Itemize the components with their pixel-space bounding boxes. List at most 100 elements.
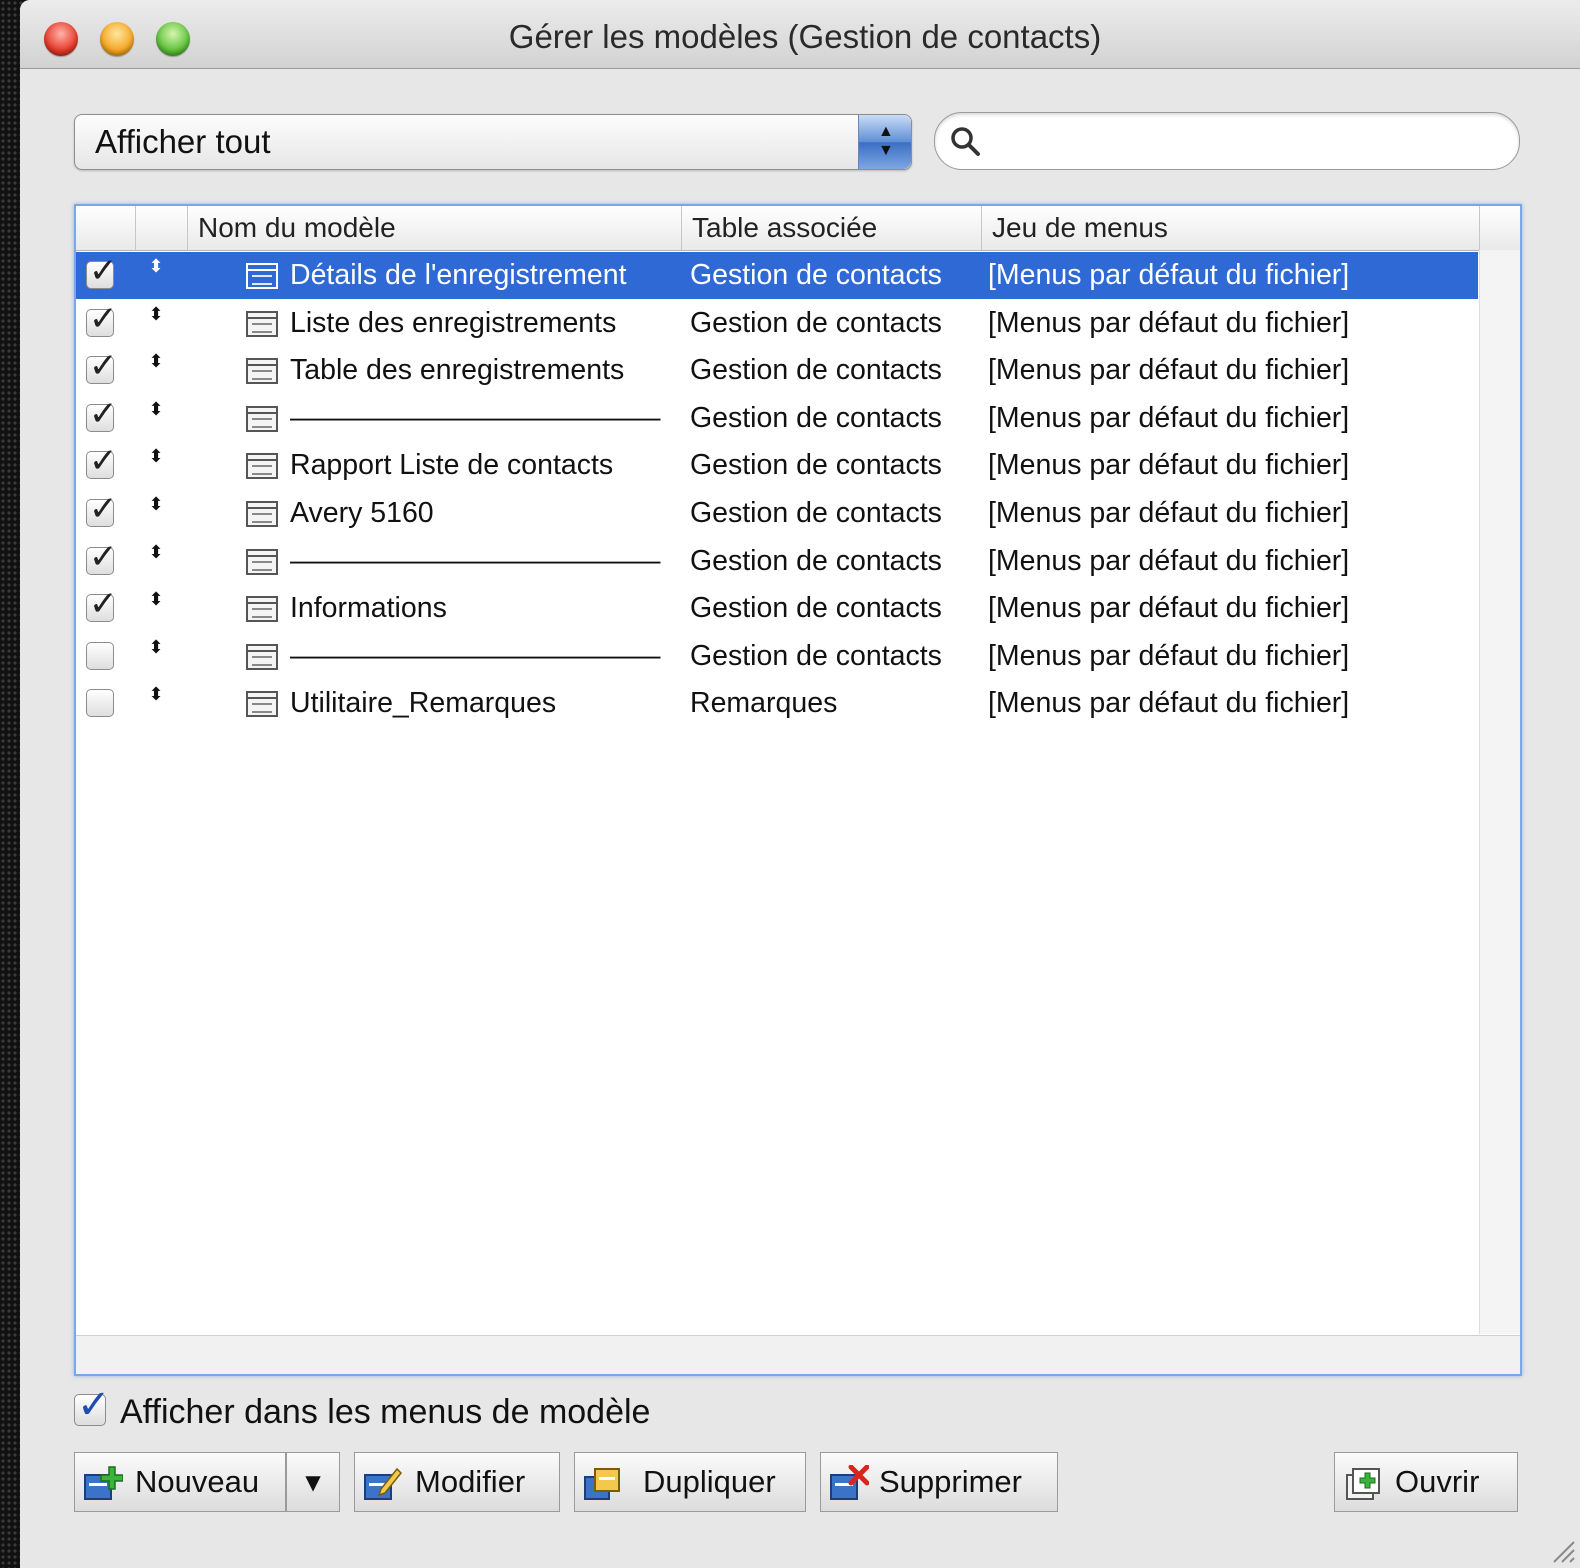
layout-icon (246, 596, 278, 623)
reorder-handle-icon[interactable]: ⬍ (148, 685, 164, 703)
include-in-menu-checkbox[interactable] (86, 689, 114, 718)
layout-icon (246, 405, 278, 432)
associated-table: Gestion de contacts (690, 592, 942, 625)
layout-name: ————————————— (290, 639, 661, 672)
checkmark-icon: ✓ (77, 1383, 111, 1427)
layout-name: Utilitaire_Remarques (290, 687, 557, 720)
include-in-menu-checkbox[interactable] (86, 641, 114, 670)
menu-set: [Menus par défaut du fichier] (988, 401, 1350, 434)
layout-icon (246, 310, 278, 337)
reorder-handle-icon[interactable]: ⬍ (148, 352, 164, 370)
edit-layout-icon (364, 1467, 403, 1500)
reorder-handle-icon[interactable]: ⬍ (148, 400, 164, 418)
duplicate-button-label: Dupliquer (643, 1464, 776, 1499)
filter-popup[interactable]: Afficher tout ▲ ▼ (74, 114, 912, 170)
associated-table: Gestion de contacts (690, 401, 942, 434)
layout-icon (246, 263, 278, 289)
column-header-name[interactable]: Nom du modèle (188, 206, 682, 250)
include-in-menu-checkbox[interactable]: ✓ (86, 254, 118, 289)
new-layout-icon (84, 1466, 123, 1500)
include-in-menu-checkbox[interactable]: ✓ (86, 540, 118, 575)
checkbox[interactable]: ✓ (74, 1385, 111, 1426)
checkmark-icon: ✓ (89, 347, 118, 386)
table-row[interactable]: ✓ ⬍ Liste des enregistrements Gestion de co… (76, 300, 1478, 347)
include-in-menu-checkbox[interactable]: ✓ (86, 587, 118, 623)
resize-grip-icon[interactable] (1550, 1538, 1576, 1564)
open-button[interactable]: Ouvrir (1334, 1452, 1518, 1512)
checkmark-icon: ✓ (89, 537, 118, 576)
column-header-table[interactable]: Table associée (682, 206, 982, 250)
include-in-menu-checkbox[interactable]: ✓ (86, 444, 118, 480)
layout-icon (246, 548, 278, 575)
table-row[interactable]: ✓ ⬍ Informations Gestion de contacts [Menus … (76, 585, 1478, 632)
reorder-handle-icon[interactable]: ⬍ (148, 543, 164, 561)
include-in-menu-checkbox[interactable]: ✓ (86, 397, 118, 432)
reorder-handle-icon[interactable]: ⬍ (148, 257, 164, 275)
open-button-label: Ouvrir (1395, 1464, 1480, 1499)
table-row[interactable]: ⬍ ————————————— Gestion de contacts [Menus … (76, 633, 1478, 680)
checkmark-icon: ✓ (89, 252, 118, 290)
column-header-menus[interactable]: Jeu de menus (982, 206, 1480, 250)
layout-icon (246, 453, 278, 480)
filter-selected-value: Afficher tout (95, 123, 271, 160)
table-row[interactable]: ✓ ⬍ Avery 5160 Gestion de contacts [Menus pa… (76, 490, 1478, 537)
table-row[interactable]: ✓ ⬍ Détails de l'enregistrement Gestion de … (76, 252, 1478, 299)
reorder-handle-icon[interactable]: ⬍ (148, 495, 164, 513)
associated-table: Gestion de contacts (690, 639, 942, 672)
edit-button[interactable]: Modifier (354, 1452, 560, 1512)
include-in-menu-checkbox[interactable]: ✓ (86, 492, 118, 527)
layout-icon (246, 691, 278, 718)
reorder-handle-icon[interactable]: ⬍ (148, 638, 164, 656)
menu-set: [Menus par défaut du fichier] (988, 497, 1350, 529)
checkmark-icon: ✓ (89, 394, 118, 433)
layout-icon (246, 501, 278, 527)
table-row[interactable]: ✓ ⬍ Rapport Liste de contacts Gestion de co… (76, 442, 1478, 489)
manage-layouts-window: Gérer les modèles (Gestion de contacts) … (20, 0, 1580, 1568)
reorder-handle-icon[interactable]: ⬍ (148, 590, 164, 608)
table-row[interactable]: ✓ ⬍ ————————————— Gestion de contacts [Menus… (76, 538, 1478, 585)
menu-set: [Menus par défaut du fichier] (988, 306, 1350, 339)
open-layout-icon (1346, 1468, 1380, 1500)
reorder-handle-icon[interactable]: ⬍ (148, 447, 164, 465)
titlebar[interactable]: Gérer les modèles (Gestion de contacts) (20, 0, 1580, 69)
layout-icon (246, 358, 278, 385)
layout-name: Avery 5160 (290, 497, 434, 529)
menu-set: [Menus par défaut du fichier] (988, 592, 1350, 625)
column-header-checkbox[interactable] (76, 206, 136, 250)
window-title: Gérer les modèles (Gestion de contacts) (508, 18, 1102, 55)
table-row[interactable]: ✓ ⬍ Table des enregistrements Gestion de co… (76, 347, 1478, 394)
associated-table: Gestion de contacts (690, 354, 942, 387)
search-field[interactable] (934, 112, 1520, 170)
table-header: Nom du modèle Table associée Jeu de menu… (76, 206, 1520, 251)
menu-set: [Menus par défaut du fichier] (988, 449, 1350, 482)
layout-name: Liste des enregistrements (290, 306, 617, 339)
search-input[interactable] (993, 121, 1497, 161)
layout-name: ————————————— (290, 544, 661, 577)
include-in-menu-checkbox[interactable]: ✓ (86, 349, 118, 385)
table-row[interactable]: ⬍ Utilitaire_Remarques Remarques [Menus par… (76, 680, 1478, 727)
delete-layout-icon (830, 1465, 869, 1500)
updown-arrows-icon: ▲ ▼ (858, 115, 911, 169)
edit-button-label: Modifier (415, 1464, 526, 1499)
new-options-button[interactable]: ▾ (286, 1452, 340, 1512)
duplicate-button[interactable]: Dupliquer (574, 1452, 806, 1512)
associated-table: Gestion de contacts (690, 497, 942, 529)
associated-table: Gestion de contacts (690, 544, 942, 577)
associated-table: Remarques (690, 687, 838, 720)
menu-set: [Menus par défaut du fichier] (988, 687, 1350, 720)
column-header-order[interactable] (136, 206, 188, 250)
layout-name: Rapport Liste de contacts (290, 449, 614, 482)
vertical-scrollbar[interactable] (1479, 250, 1520, 1334)
new-button[interactable]: Nouveau (74, 1452, 286, 1512)
associated-table: Gestion de contacts (690, 259, 942, 291)
dropdown-arrow-icon: ▾ (305, 1464, 321, 1499)
include-in-menu-checkbox[interactable]: ✓ (86, 302, 118, 337)
associated-table: Gestion de contacts (690, 306, 942, 339)
search-icon (951, 127, 980, 156)
table-row[interactable]: ✓ ⬍ ————————————— Gestion de contacts [Menus… (76, 395, 1478, 442)
reorder-handle-icon[interactable]: ⬍ (148, 305, 164, 323)
delete-button[interactable]: Supprimer (820, 1452, 1058, 1512)
horizontal-scrollbar[interactable] (76, 1335, 1520, 1374)
menu-set: [Menus par défaut du fichier] (988, 354, 1350, 387)
menu-set: [Menus par défaut du fichier] (988, 259, 1350, 291)
